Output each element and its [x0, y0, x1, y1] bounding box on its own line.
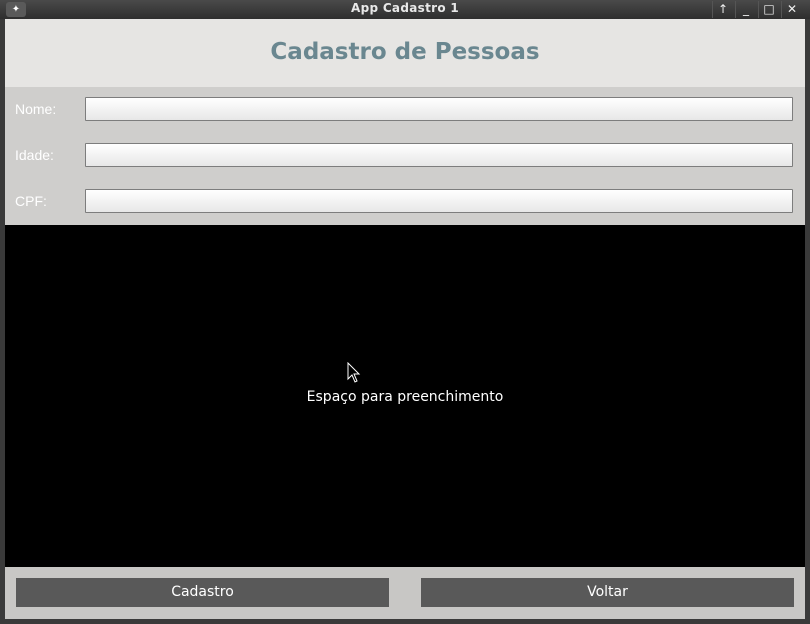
window-title: App Cadastro 1 [350, 1, 459, 15]
minimize-button[interactable]: _ [735, 1, 756, 18]
maximize-button[interactable]: □ [758, 1, 779, 18]
cadastro-button[interactable]: Cadastro [16, 578, 389, 607]
voltar-button[interactable]: Voltar [421, 578, 794, 607]
cpf-field[interactable] [85, 189, 793, 213]
button-bar: Cadastro Voltar [5, 567, 805, 619]
title-bar[interactable]: ✦ App Cadastro 1 ↑ _ □ ✕ [0, 0, 810, 19]
minimize-icon: _ [743, 2, 749, 16]
mouse-cursor-icon [347, 362, 361, 383]
fill-placeholder-text: Espaço para preenchimento [306, 389, 504, 405]
page-title: Cadastro de Pessoas [270, 39, 540, 65]
close-button[interactable]: ✕ [781, 1, 802, 18]
app-content: Cadastro de Pessoas Nome: Idade: CPF: Es… [5, 19, 805, 619]
nome-label: Nome: [15, 101, 57, 117]
nome-field[interactable] [85, 97, 793, 121]
cpf-label: CPF: [15, 193, 47, 209]
keep-above-button[interactable]: ↑ [712, 1, 733, 18]
close-icon: ✕ [786, 2, 798, 16]
arrow-up-icon: ↑ [717, 2, 729, 16]
maximize-icon: □ [763, 2, 775, 16]
page-header: Cadastro de Pessoas [5, 19, 805, 87]
idade-label: Idade: [15, 147, 54, 163]
idade-field[interactable] [85, 143, 793, 167]
person-form: Nome: Idade: CPF: [5, 87, 805, 225]
fill-area: Espaço para preenchimento [5, 225, 805, 567]
app-window: ✦ App Cadastro 1 ↑ _ □ ✕ Cadastro de Pes… [0, 0, 810, 624]
